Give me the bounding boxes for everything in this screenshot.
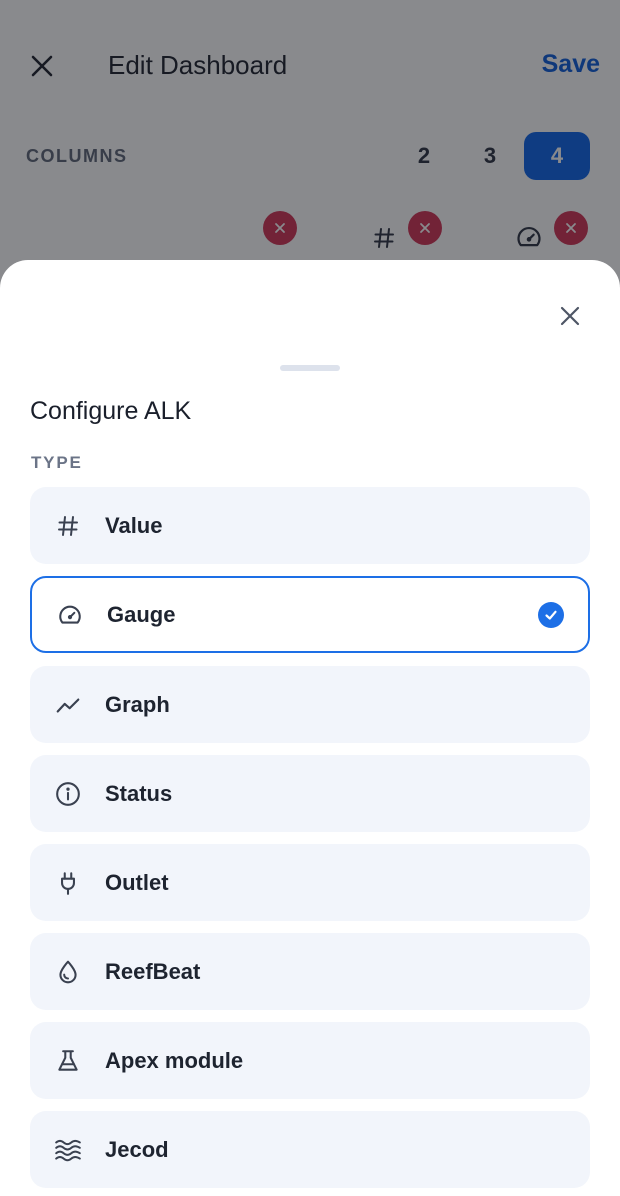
type-option-outlet[interactable]: Outlet bbox=[30, 844, 590, 921]
sheet-close-button[interactable] bbox=[550, 296, 590, 336]
type-option-label: ReefBeat bbox=[105, 958, 201, 984]
sheet-title: Configure ALK bbox=[30, 397, 192, 425]
waves-icon bbox=[54, 1136, 82, 1164]
type-option-value[interactable]: Value bbox=[30, 487, 590, 564]
type-option-graph[interactable]: Graph bbox=[30, 666, 590, 743]
type-option-label: Gauge bbox=[107, 601, 176, 627]
type-option-jecod[interactable]: Jecod bbox=[30, 1111, 590, 1188]
type-option-label: Graph bbox=[105, 691, 170, 717]
type-option-label: Jecod bbox=[105, 1136, 169, 1162]
close-icon bbox=[560, 306, 580, 326]
flask-icon bbox=[54, 1047, 82, 1075]
checkmark-icon bbox=[538, 601, 564, 628]
hash-icon bbox=[54, 512, 82, 540]
type-option-gauge[interactable]: Gauge bbox=[30, 576, 590, 653]
drag-handle[interactable] bbox=[280, 365, 340, 371]
type-option-reefbeat[interactable]: ReefBeat bbox=[30, 933, 590, 1010]
type-option-status[interactable]: Status bbox=[30, 755, 590, 832]
type-option-apex-module[interactable]: Apex module bbox=[30, 1022, 590, 1099]
trend-line-icon bbox=[54, 691, 82, 719]
type-section-label: TYPE bbox=[31, 453, 83, 472]
gauge-icon bbox=[56, 601, 84, 629]
water-drop-icon bbox=[54, 958, 82, 986]
type-option-label: Value bbox=[105, 512, 163, 538]
plug-icon bbox=[54, 869, 82, 897]
info-circle-icon bbox=[54, 780, 82, 808]
configure-sheet: Configure ALK TYPE Value Gauge Graph Sta… bbox=[0, 260, 620, 1196]
type-option-label: Status bbox=[105, 780, 173, 806]
type-option-label: Apex module bbox=[105, 1047, 244, 1073]
type-option-label: Outlet bbox=[105, 869, 169, 895]
